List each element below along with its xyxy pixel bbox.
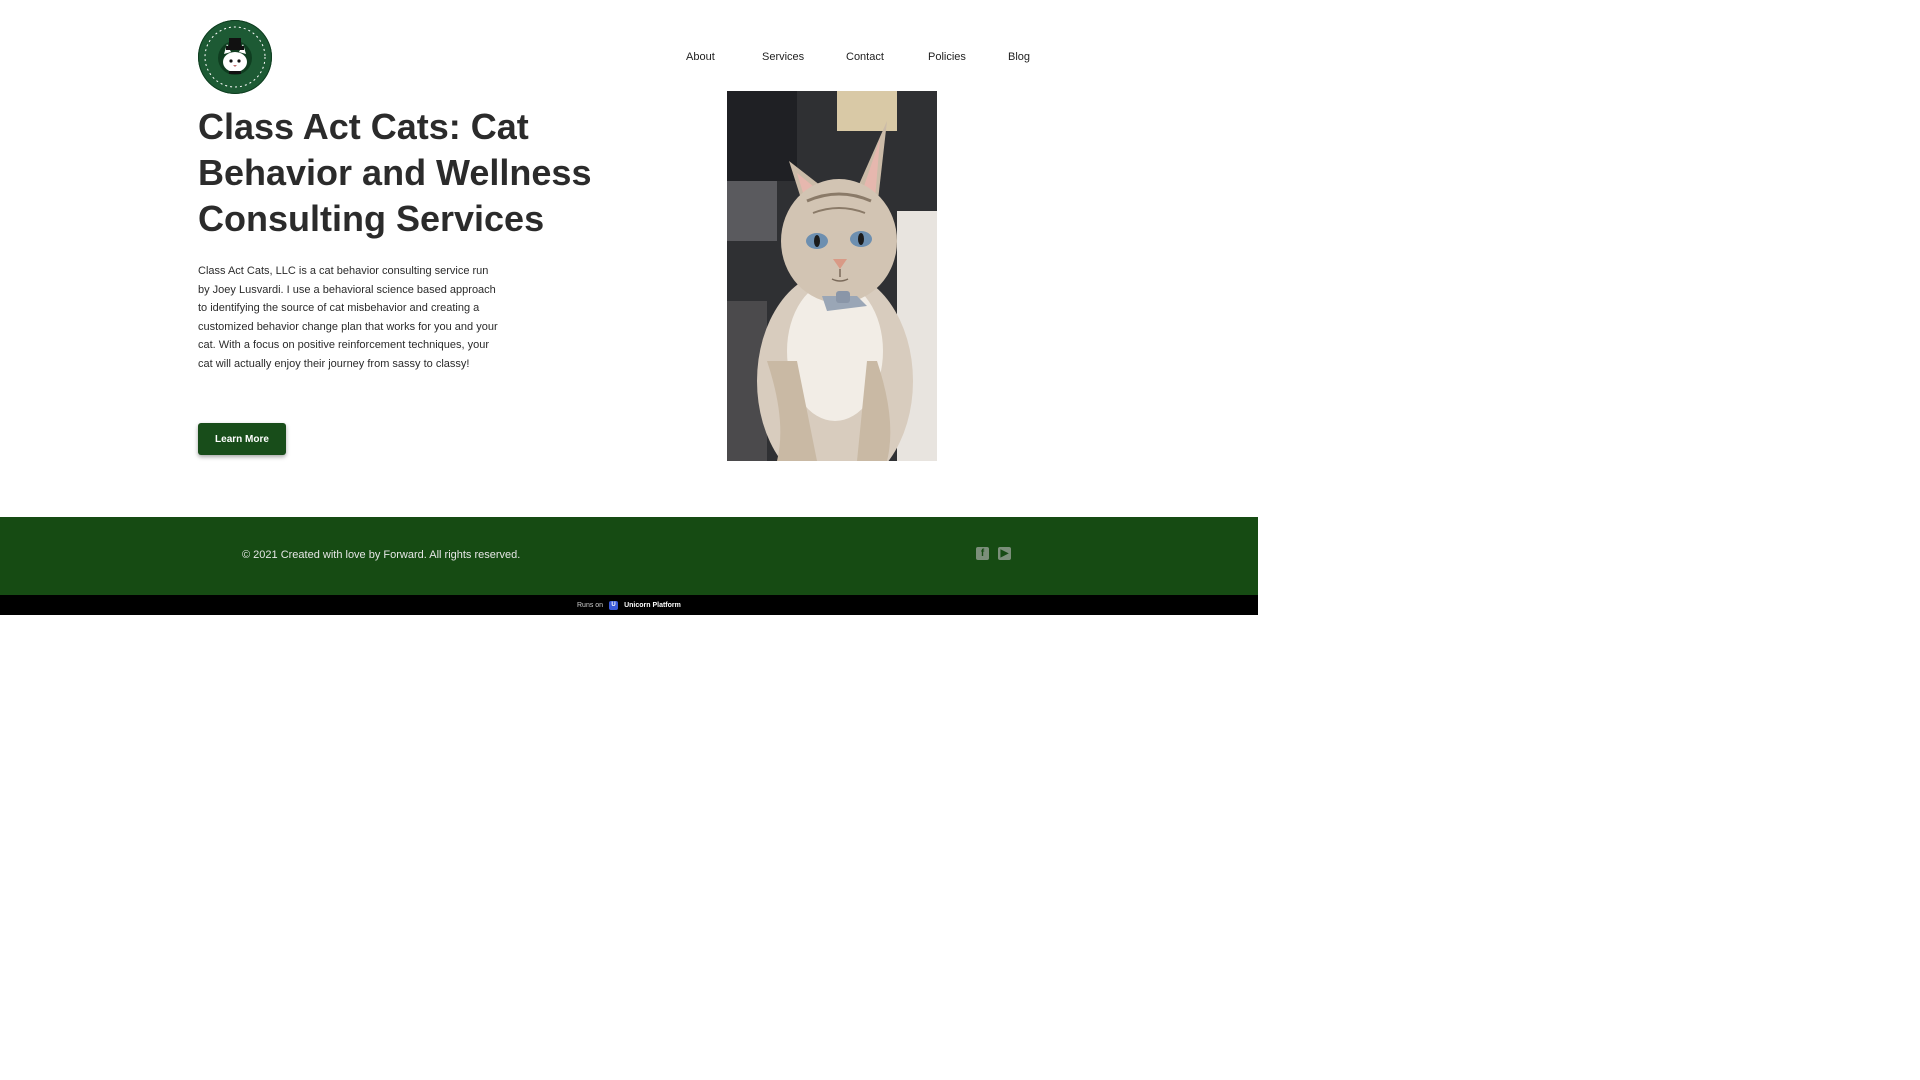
learn-more-button[interactable]: Learn More bbox=[198, 423, 286, 455]
runs-on-link[interactable]: Runs on U Unicorn Platform bbox=[577, 599, 681, 611]
unicorn-platform-icon: U bbox=[609, 600, 619, 610]
nav-services[interactable]: Services bbox=[762, 51, 804, 63]
youtube-icon[interactable]: ▶ bbox=[998, 547, 1011, 560]
cat-photo bbox=[727, 91, 937, 461]
hero-description: Class Act Cats, LLC is a cat behavior co… bbox=[198, 265, 498, 370]
nav-contact[interactable]: Contact bbox=[846, 51, 884, 63]
runs-on-bar: Runs on U Unicorn Platform bbox=[0, 595, 1258, 615]
facebook-icon[interactable]: f bbox=[976, 547, 989, 560]
footer: © 2021 Created with love by Forward. All… bbox=[0, 517, 1258, 595]
nav-about[interactable]: About bbox=[686, 51, 715, 63]
page: About Services Contact Policies Blog Cla… bbox=[0, 0, 1920, 1080]
main-nav: About Services Contact Policies Blog bbox=[0, 51, 1920, 69]
cat-photo-image bbox=[727, 91, 937, 461]
runs-on-prefix: Runs on bbox=[577, 601, 604, 609]
runs-on-platform: Unicorn Platform bbox=[624, 601, 681, 609]
hero-title: Class Act Cats: Cat Behavior and Wellnes… bbox=[198, 106, 592, 239]
nav-policies[interactable]: Policies bbox=[928, 51, 966, 63]
nav-blog[interactable]: Blog bbox=[1008, 51, 1030, 63]
footer-copyright: © 2021 Created with love by Forward. All… bbox=[242, 549, 521, 561]
